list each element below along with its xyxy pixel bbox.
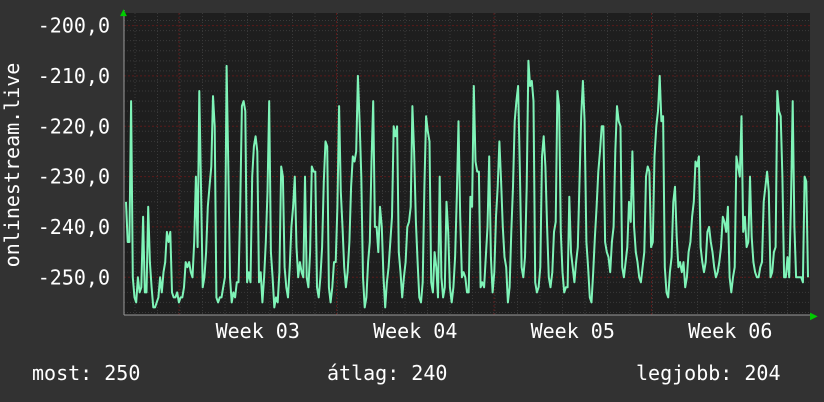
x-axis: Week 03 Week 04 Week 05 Week 06 [216, 319, 773, 343]
y-axis: -200,0 -210,0 -220,0 -230,0 -240,0 -250,0 [38, 14, 110, 290]
best-stat: legjobb: 204 [636, 361, 781, 385]
best-label: legjobb: [636, 361, 733, 385]
plot-background [124, 13, 810, 315]
y-tick-label: -210,0 [38, 64, 110, 88]
average-stat: átlag: 240 [327, 361, 447, 385]
chart: -200,0 -210,0 -220,0 -230,0 -240,0 -250,0 Wee… [0, 8, 818, 343]
x-tick-label: Week 04 [373, 319, 457, 343]
x-tick-label: Week 05 [531, 319, 615, 343]
x-tick-label: Week 06 [688, 319, 772, 343]
current-value: 250 [104, 361, 141, 385]
y-tick-label: -240,0 [38, 215, 110, 239]
y-tick-label: -220,0 [38, 114, 110, 138]
stats-bar: most: 250 átlag: 240 legjobb: 204 [0, 358, 824, 392]
x-axis-arrow-icon: ▶ [810, 311, 818, 322]
y-axis-title: onlinestream.live [0, 63, 24, 268]
x-tick-label: Week 03 [216, 319, 300, 343]
best-value: 204 [744, 361, 781, 385]
y-tick-label: -250,0 [38, 265, 110, 289]
current-stat: most: 250 [32, 361, 140, 385]
average-label: átlag: [327, 361, 400, 385]
y-tick-label: -230,0 [38, 165, 110, 189]
average-value: 240 [411, 361, 448, 385]
current-label: most: [32, 361, 93, 385]
y-axis-arrow-icon: ▲ [120, 8, 127, 18]
y-tick-label: -200,0 [38, 14, 110, 38]
